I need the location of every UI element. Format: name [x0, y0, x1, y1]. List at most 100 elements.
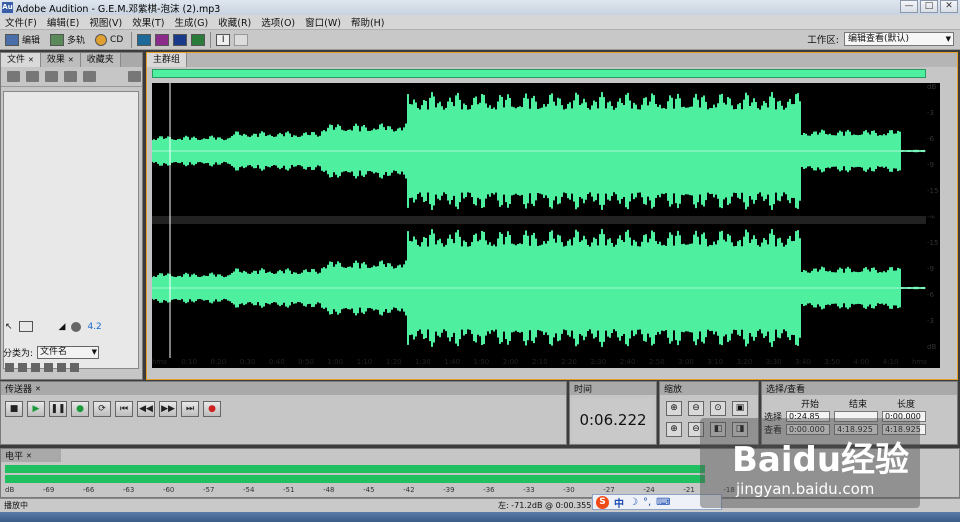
insert-multitrack-icon[interactable] [45, 71, 58, 82]
timeline-tick: 0:30 [239, 358, 256, 366]
level-meter-right [5, 475, 705, 483]
level-tick: -21 [683, 486, 695, 494]
stop-button[interactable]: ■ [5, 401, 23, 417]
main-group-panel: 主群组 dB -3 -6 -9 -15 -∞ -15 -9 -6 -3 dB hms 0:10 0:20… [146, 52, 958, 380]
timeline-tick: 3:40 [795, 358, 811, 366]
timeline-tick: hms [152, 358, 167, 366]
menu-file[interactable]: 文件(F) [0, 15, 42, 29]
play-from-cursor-button[interactable]: ● [71, 401, 89, 417]
menu-bar: 文件(F) 编辑(E) 视图(V) 效果(T) 生成(G) 收藏(R) 选项(O… [0, 15, 960, 30]
play-button[interactable]: ▶ [27, 401, 45, 417]
close-button[interactable]: ✕ [940, 0, 958, 13]
filter-video-icon[interactable] [44, 363, 53, 372]
level-tick: -69 [42, 486, 55, 494]
phase-view-icon[interactable] [191, 33, 206, 46]
db-tick: -15 [927, 187, 939, 195]
classify-label: 分类为: [3, 349, 34, 359]
db-tick: dB [927, 83, 937, 91]
sogou-icon: S [596, 495, 609, 509]
play-icon[interactable]: ↖ [5, 322, 13, 332]
rewind-button[interactable]: ◀◀ [137, 401, 155, 417]
tab-files[interactable]: 文件 ✕ [1, 53, 41, 67]
filter-loop-icon[interactable] [18, 363, 27, 372]
baidu-logo: Baidu经验 [732, 440, 910, 480]
go-to-start-button[interactable]: ⏮ [115, 401, 133, 417]
minimize-button[interactable]: — [900, 0, 918, 13]
waveform-display[interactable] [151, 83, 940, 368]
record-button[interactable]: ● [203, 401, 221, 417]
loop-icon[interactable] [18, 321, 33, 332]
close-icon[interactable]: ✕ [28, 56, 34, 64]
db-tick: -3 [927, 109, 934, 117]
menu-window[interactable]: 窗口(W) [300, 15, 346, 29]
loop-play-button[interactable]: ⟳ [93, 401, 111, 417]
edit-file-icon[interactable] [83, 71, 96, 82]
tab-main-group[interactable]: 主群组 [147, 53, 188, 67]
filter-list-icon[interactable] [57, 363, 66, 372]
timeline-tick: 3:00 [678, 358, 694, 366]
zoom-to-selection-icon[interactable]: ▣ [732, 401, 748, 416]
menu-view[interactable]: 视图(V) [84, 15, 127, 29]
db-tick: -15 [927, 239, 939, 247]
close-file-icon[interactable] [26, 71, 39, 82]
filter-audio-icon[interactable] [5, 363, 14, 372]
timeline-tick: 4:10 [882, 358, 899, 366]
close-icon[interactable]: ✕ [26, 452, 32, 460]
pause-button[interactable]: ❚❚ [49, 401, 67, 417]
timeline-tick: 2:30 [590, 358, 607, 366]
timeline-tick: 4:00 [853, 358, 870, 366]
volume-icon[interactable]: ◢ [59, 322, 66, 332]
edit-view-button[interactable]: 编辑 [0, 31, 45, 49]
selection-title: 选择/查看 [766, 385, 806, 395]
menu-help[interactable]: 帮助(H) [346, 15, 390, 29]
level-title: 电平 [5, 452, 24, 462]
options-icon[interactable] [128, 71, 141, 82]
keyboard-icon: ⌨ [656, 496, 671, 508]
ime-mode: 中 [614, 498, 624, 510]
menu-edit[interactable]: 编辑(E) [42, 15, 84, 29]
menu-options[interactable]: 选项(O) [256, 15, 300, 29]
spectral-pitch-icon[interactable] [173, 33, 188, 46]
multitrack-view-button[interactable]: 多轨 [45, 31, 90, 49]
menu-effects[interactable]: 效果(T) [127, 15, 169, 29]
zoom-in-vertical-icon[interactable]: ⊕ [666, 422, 682, 437]
waveform-view-icon[interactable] [137, 33, 152, 46]
time-selection-tool-icon[interactable]: I [216, 33, 231, 46]
classify-select[interactable]: 文件名 [37, 346, 100, 359]
tab-favorites[interactable]: 收藏夹 [80, 53, 121, 67]
import-file-icon[interactable] [7, 71, 20, 82]
menu-generate[interactable]: 生成(G) [169, 15, 213, 29]
insert-cd-icon[interactable] [64, 71, 77, 82]
cd-view-button[interactable]: CD [90, 31, 128, 49]
edit-view-icon [5, 33, 19, 46]
waveform [151, 83, 926, 358]
timeline-tick: 2:20 [561, 358, 577, 366]
timeline-tick: 0:50 [298, 358, 314, 366]
close-icon[interactable]: ✕ [35, 385, 41, 393]
workspace-select[interactable]: 编辑查看(默认) [844, 32, 954, 46]
timeline-tick: 3:30 [765, 358, 782, 366]
level-tick: -45 [363, 486, 375, 494]
maximize-button[interactable]: □ [920, 0, 938, 13]
level-tick: -36 [483, 486, 495, 494]
spectral-view-icon[interactable] [155, 33, 170, 46]
filter-folder-icon[interactable] [70, 363, 79, 372]
zoom-out-horizontal-icon[interactable]: ⊖ [688, 401, 704, 416]
fast-forward-button[interactable]: ▶▶ [159, 401, 177, 417]
filter-midi-icon[interactable] [31, 363, 40, 372]
tab-effects[interactable]: 效果 ✕ [40, 53, 81, 67]
level-tick: -63 [122, 486, 135, 494]
zoom-in-horizontal-icon[interactable]: ⊕ [666, 401, 682, 416]
go-to-end-button[interactable]: ⏭ [181, 401, 199, 417]
volume-knob-icon[interactable] [71, 321, 82, 332]
menu-favorites[interactable]: 收藏(R) [213, 15, 256, 29]
timeline-tick: 1:40 [444, 358, 461, 366]
level-tick: -54 [243, 486, 255, 494]
zoom-overview-bar[interactable] [152, 69, 926, 78]
zoom-out-full-icon[interactable]: ⊙ [710, 401, 726, 416]
close-icon[interactable]: ✕ [68, 56, 74, 64]
timeline-tick: 1:10 [356, 358, 373, 366]
level-scale: dB -69 -66 -63 -60 -57 -54 -51 -48 -45 -42 -39 -36 -3… [5, 486, 735, 494]
marquee-tool-icon[interactable] [234, 33, 249, 46]
level-tick: -24 [643, 486, 655, 494]
